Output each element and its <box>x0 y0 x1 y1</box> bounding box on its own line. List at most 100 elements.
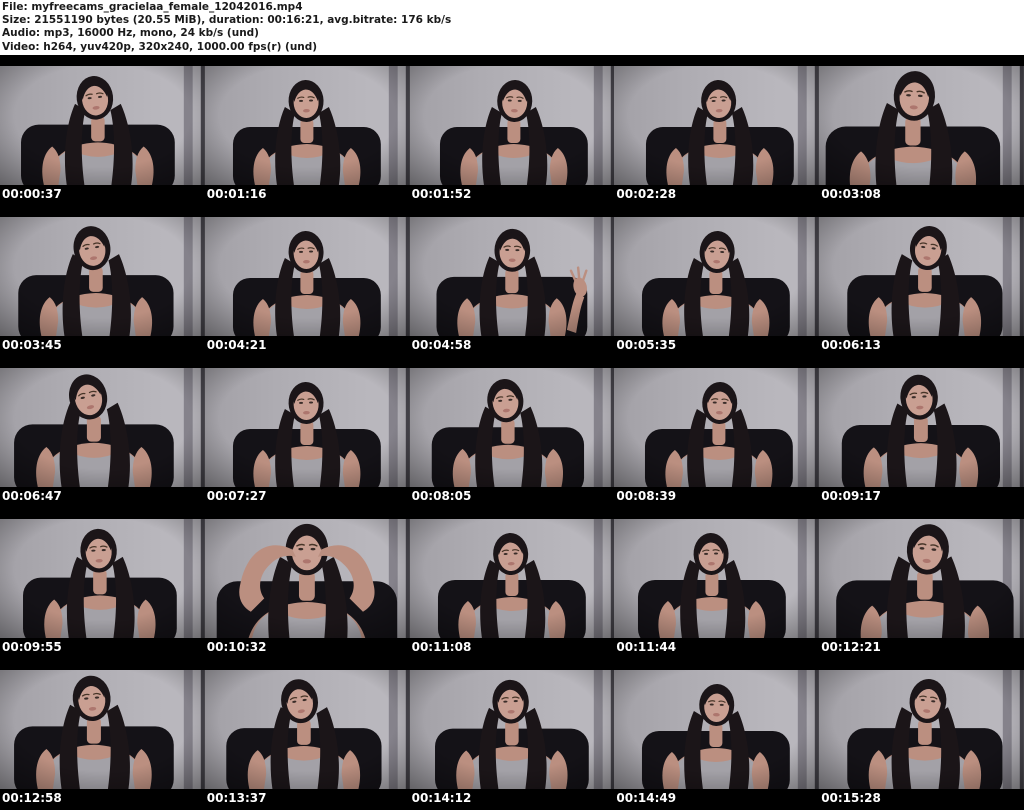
video-still <box>819 659 1024 789</box>
thumbnail-cell: 00:13:37 <box>204 659 410 810</box>
video-still <box>614 206 820 336</box>
thumbnail-cell: 00:12:58 <box>0 659 205 810</box>
timestamp-bar: 00:04:58 <box>409 336 615 357</box>
timestamp-bar: 00:13:37 <box>204 789 410 810</box>
thumbnail-cell: 00:01:52 <box>409 55 615 206</box>
timestamp-bar: 00:07:27 <box>204 487 410 508</box>
thumbnail-cell: 00:08:39 <box>614 357 820 508</box>
video-frame-image <box>0 670 205 789</box>
video-still <box>204 357 410 487</box>
video-frame-image <box>614 368 820 487</box>
timestamp-label: 00:07:27 <box>206 489 267 503</box>
video-still <box>819 206 1024 336</box>
video-frame-image <box>409 217 615 336</box>
media-info-header: File: myfreecams_gracielaa_female_120420… <box>0 0 1024 55</box>
thumbnail-cell: 00:14:49 <box>614 659 820 810</box>
timestamp-bar: 00:03:08 <box>819 185 1024 206</box>
thumbnail-cell: 00:09:17 <box>819 357 1024 508</box>
timestamp-label: 00:14:49 <box>616 791 677 805</box>
thumbnail-cell: 00:01:16 <box>204 55 410 206</box>
video-frame-image <box>614 670 820 789</box>
audio-info-line: Audio: mp3, 16000 Hz, mono, 24 kb/s (und… <box>2 27 259 40</box>
video-still <box>0 55 205 185</box>
thumbnail-cell: 00:06:47 <box>0 357 205 508</box>
timestamp-label: 00:10:32 <box>206 640 267 654</box>
video-still <box>409 206 615 336</box>
video-frame-image <box>0 368 205 487</box>
video-still <box>409 55 615 185</box>
thumbnail-cell: 00:04:21 <box>204 206 410 357</box>
thumbnail-cell: 00:15:28 <box>819 659 1024 810</box>
thumbnail-cell: 00:14:12 <box>409 659 615 810</box>
timestamp-label: 00:06:13 <box>821 338 881 352</box>
timestamp-bar: 00:14:49 <box>614 789 820 810</box>
file-info-line: File: myfreecams_gracielaa_female_120420… <box>2 1 303 13</box>
thumbnail-cell: 00:10:32 <box>204 508 410 659</box>
thumbnail-cell: 00:05:35 <box>614 206 820 357</box>
video-still <box>819 357 1024 487</box>
video-frame-image <box>614 519 820 638</box>
timestamp-label: 00:11:08 <box>411 640 472 654</box>
timestamp-label: 00:12:58 <box>2 791 62 805</box>
timestamp-bar: 00:09:55 <box>0 638 205 659</box>
video-frame-image <box>204 217 410 336</box>
thumbnail-cell: 00:08:05 <box>409 357 615 508</box>
video-frame-image <box>204 368 410 487</box>
timestamp-label: 00:08:05 <box>411 489 472 503</box>
video-frame-image <box>819 670 1024 789</box>
timestamp-label: 00:04:21 <box>206 338 267 352</box>
video-still <box>204 508 410 638</box>
thumbnail-cell: 00:03:08 <box>819 55 1024 206</box>
video-frame-image <box>0 66 205 185</box>
timestamp-bar: 00:01:52 <box>409 185 615 206</box>
thumbnail-cell: 00:04:58 <box>409 206 615 357</box>
video-still <box>614 659 820 789</box>
timestamp-bar: 00:11:08 <box>409 638 615 659</box>
timestamp-label: 00:14:12 <box>411 791 472 805</box>
video-frame-image <box>409 519 615 638</box>
thumbnail-cell: 00:11:08 <box>409 508 615 659</box>
video-frame-image <box>204 519 410 638</box>
video-still <box>614 55 820 185</box>
size-info-line: Size: 21551190 bytes (20.55 MiB), durati… <box>2 14 452 27</box>
timestamp-bar: 00:08:39 <box>614 487 820 508</box>
timestamp-label: 00:12:21 <box>821 640 881 654</box>
thumbnail-cell: 00:00:37 <box>0 55 205 206</box>
video-still <box>0 659 205 789</box>
timestamp-bar: 00:08:05 <box>409 487 615 508</box>
timestamp-label: 00:02:28 <box>616 187 677 201</box>
video-still <box>0 357 205 487</box>
video-frame-image <box>614 217 820 336</box>
video-frame-image <box>409 368 615 487</box>
timestamp-bar: 00:06:13 <box>819 336 1024 357</box>
timestamp-bar: 00:12:21 <box>819 638 1024 659</box>
video-still <box>0 206 205 336</box>
timestamp-bar: 00:12:58 <box>0 789 205 810</box>
timestamp-label: 00:11:44 <box>616 640 677 654</box>
video-still <box>409 508 615 638</box>
thumbnail-cell: 00:09:55 <box>0 508 205 659</box>
timestamp-bar: 00:15:28 <box>819 789 1024 810</box>
thumbnail-cell: 00:07:27 <box>204 357 410 508</box>
timestamp-bar: 00:03:45 <box>0 336 205 357</box>
timestamp-label: 00:03:08 <box>821 187 881 201</box>
timestamp-label: 00:06:47 <box>2 489 62 503</box>
timestamp-bar: 00:06:47 <box>0 487 205 508</box>
video-still <box>819 55 1024 185</box>
video-info-line: Video: h264, yuv420p, 320x240, 1000.00 f… <box>2 40 318 53</box>
video-frame-image <box>409 66 615 185</box>
video-frame-image <box>0 519 205 638</box>
thumbnail-cell: 00:02:28 <box>614 55 820 206</box>
timestamp-bar: 00:02:28 <box>614 185 820 206</box>
timestamp-label: 00:15:28 <box>821 791 881 805</box>
timestamp-label: 00:09:55 <box>2 640 62 654</box>
video-frame-image <box>819 217 1024 336</box>
timestamp-label: 00:01:16 <box>206 187 267 201</box>
thumbnail-sheet: File: myfreecams_gracielaa_female_120420… <box>0 0 1024 811</box>
video-still <box>409 357 615 487</box>
video-frame-image <box>819 368 1024 487</box>
video-frame-image <box>204 670 410 789</box>
timestamp-label: 00:08:39 <box>616 489 677 503</box>
video-frame-image <box>204 66 410 185</box>
timestamp-bar: 00:14:12 <box>409 789 615 810</box>
